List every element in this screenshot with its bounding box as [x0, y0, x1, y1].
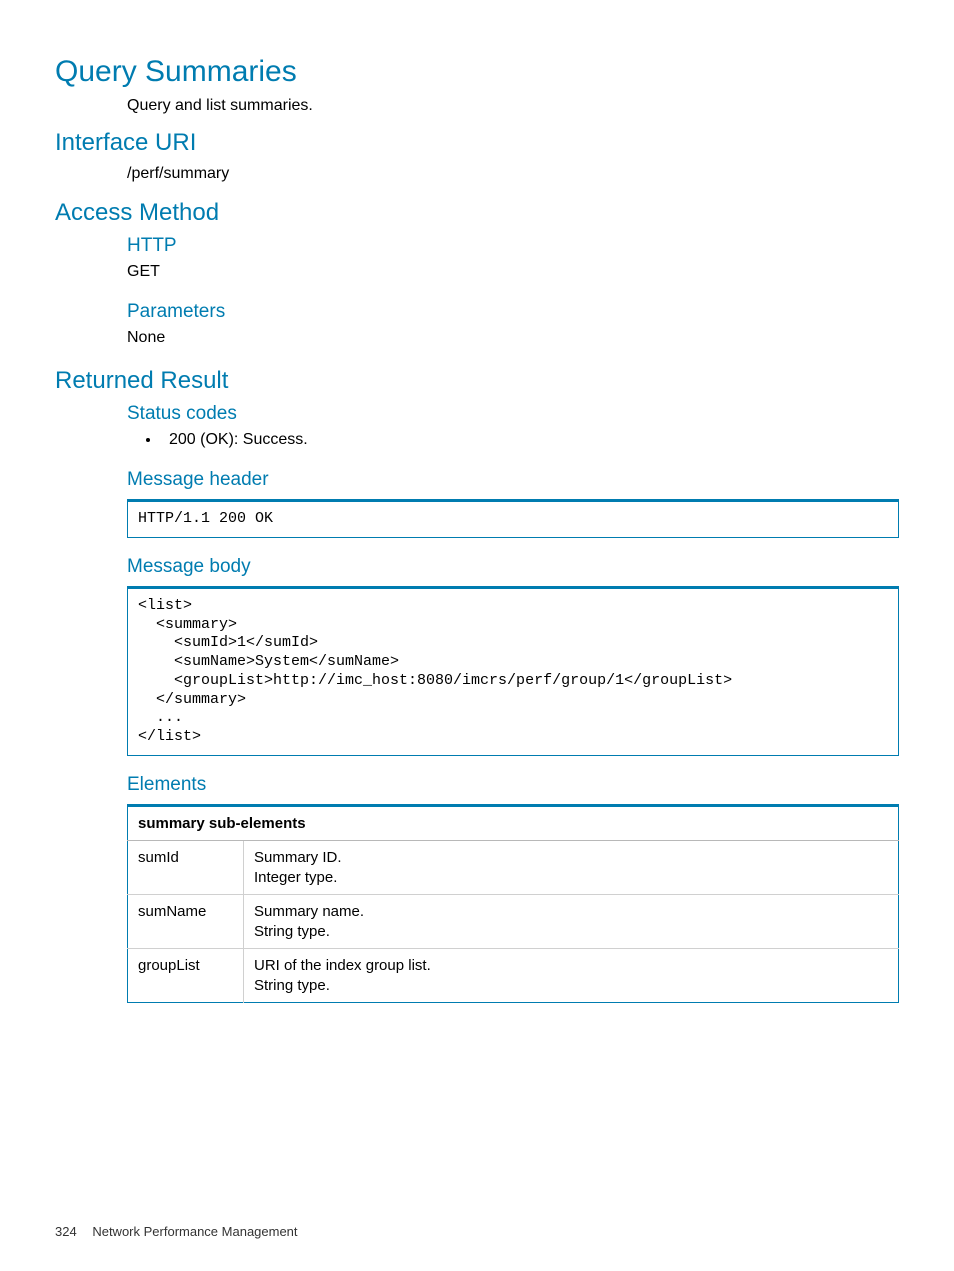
table-row: sumId Summary ID. Integer type.	[128, 840, 899, 894]
status-codes-list: 200 (OK): Success.	[127, 431, 899, 449]
http-heading: HTTP	[127, 235, 899, 257]
status-code-item: 200 (OK): Success.	[161, 431, 899, 449]
page-number: 324	[55, 1224, 77, 1239]
table-row: sumName Summary name. String type.	[128, 894, 899, 948]
element-desc: Summary ID. Integer type.	[244, 840, 899, 894]
interface-uri-heading: Interface URI	[55, 129, 899, 157]
footer-section: Network Performance Management	[92, 1224, 297, 1239]
element-name: sumName	[128, 894, 244, 948]
element-name: sumId	[128, 840, 244, 894]
element-name: groupList	[128, 948, 244, 1002]
returned-result-heading: Returned Result	[55, 367, 899, 395]
element-desc-line2: String type.	[254, 977, 888, 994]
document-page: Query Summaries Query and list summaries…	[0, 0, 954, 1271]
message-header-code: HTTP/1.1 200 OK	[127, 499, 899, 538]
parameters-value: None	[127, 329, 899, 347]
table-row: groupList URI of the index group list. S…	[128, 948, 899, 1002]
element-desc: URI of the index group list. String type…	[244, 948, 899, 1002]
page-footer: 324 Network Performance Management	[55, 1224, 298, 1239]
message-header-heading: Message header	[127, 469, 899, 491]
page-title: Query Summaries	[55, 55, 899, 89]
element-desc-line1: Summary ID.	[254, 849, 342, 866]
elements-table: summary sub-elements sumId Summary ID. I…	[127, 804, 899, 1003]
elements-table-header: summary sub-elements	[128, 805, 899, 840]
elements-heading: Elements	[127, 774, 899, 796]
status-codes-heading: Status codes	[127, 403, 899, 425]
element-desc-line1: Summary name.	[254, 903, 364, 920]
access-method-heading: Access Method	[55, 199, 899, 227]
element-desc: Summary name. String type.	[244, 894, 899, 948]
element-desc-line2: String type.	[254, 923, 888, 940]
page-description: Query and list summaries.	[127, 97, 899, 115]
parameters-heading: Parameters	[127, 301, 899, 323]
element-desc-line1: URI of the index group list.	[254, 957, 431, 974]
element-desc-line2: Integer type.	[254, 869, 888, 886]
message-body-code: <list> <summary> <sumId>1</sumId> <sumNa…	[127, 586, 899, 756]
http-value: GET	[127, 263, 899, 281]
message-body-heading: Message body	[127, 556, 899, 578]
interface-uri-value: /perf/summary	[127, 165, 899, 183]
